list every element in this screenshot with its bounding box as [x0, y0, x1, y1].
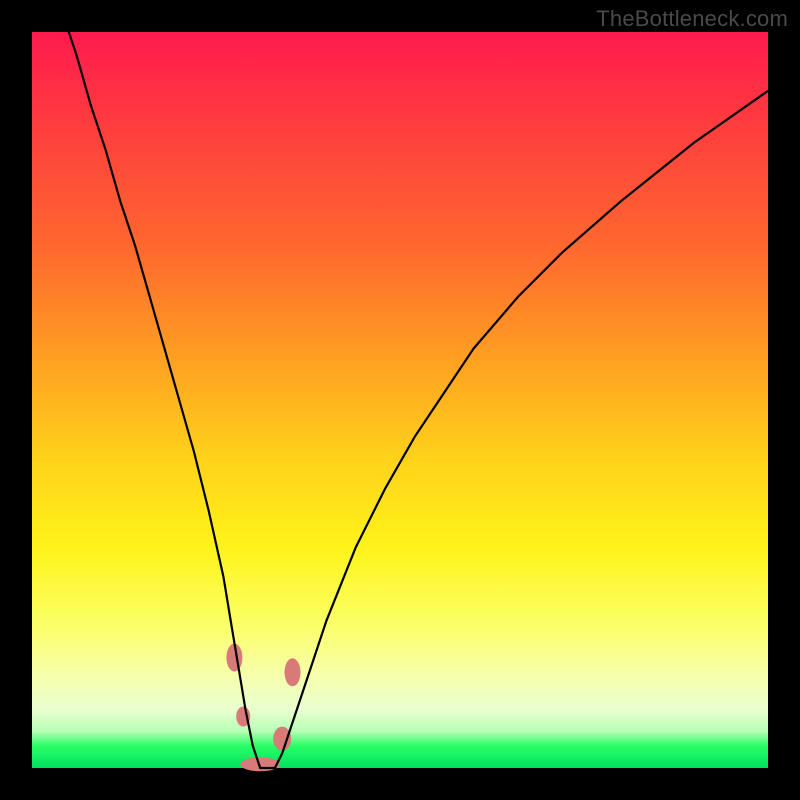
- curve-marker: [285, 658, 301, 686]
- curve-marker: [273, 727, 291, 751]
- watermark-text: TheBottleneck.com: [596, 6, 788, 32]
- plot-area: [32, 32, 768, 768]
- bottleneck-curve: [61, 10, 768, 768]
- curve-svg: [32, 32, 768, 768]
- chart-frame: TheBottleneck.com: [0, 0, 800, 800]
- curve-marker: [240, 757, 280, 771]
